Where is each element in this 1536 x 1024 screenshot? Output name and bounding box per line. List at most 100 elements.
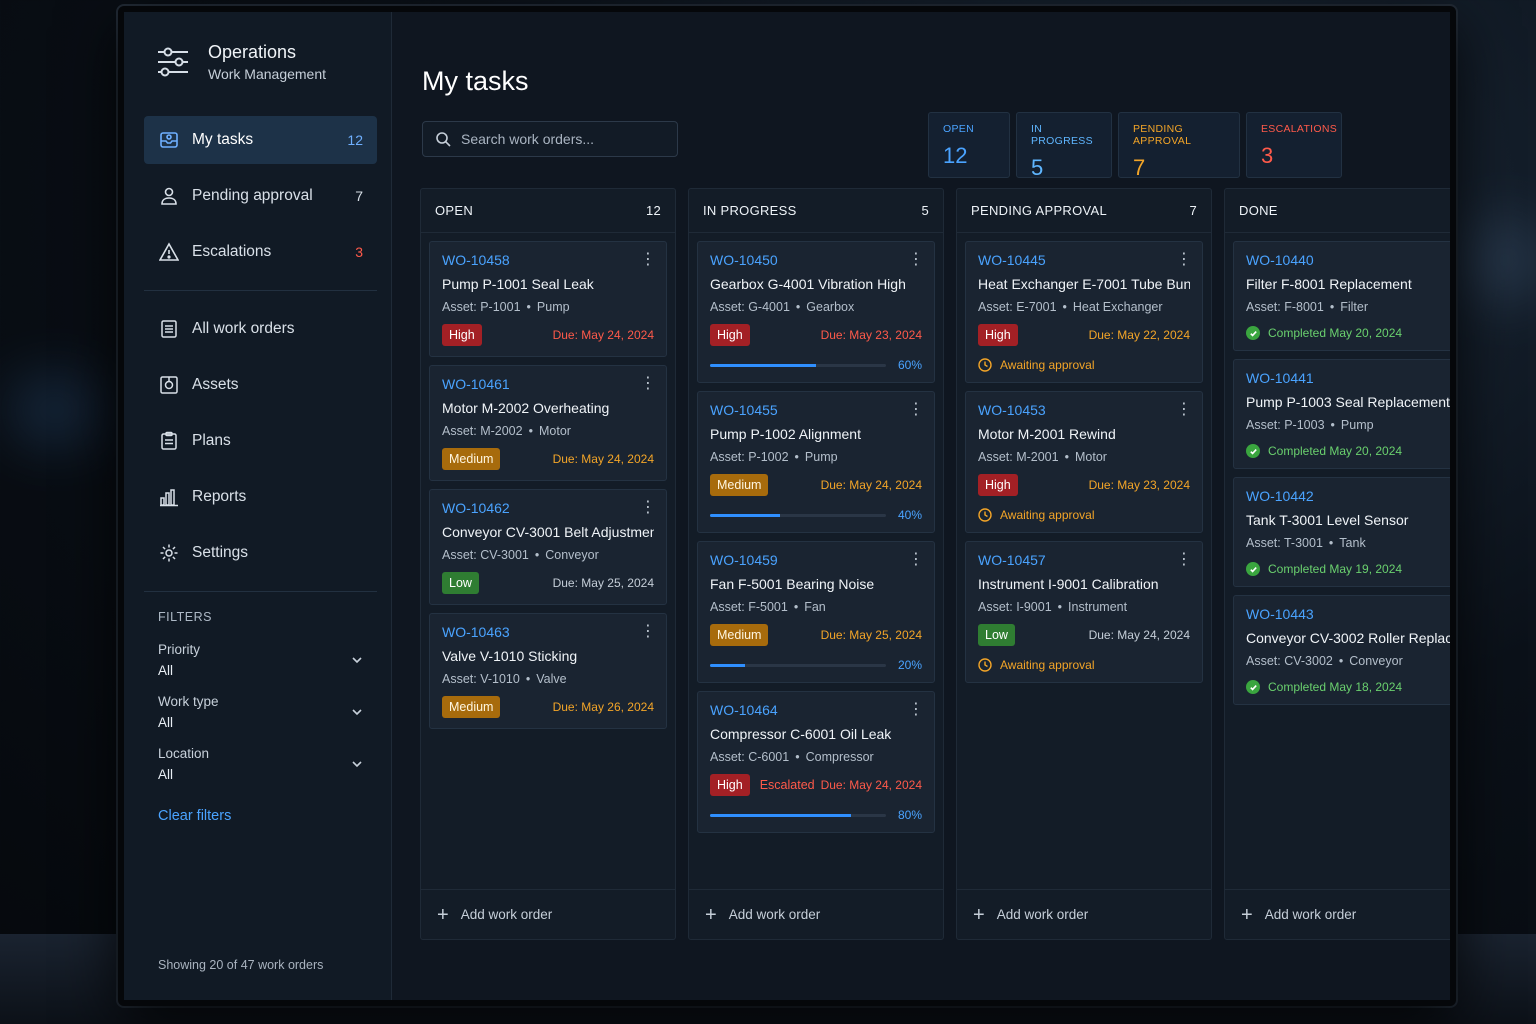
column-header: DONE 23 xyxy=(1225,189,1450,233)
stat-escalations[interactable]: ESCALATIONS 3 xyxy=(1246,112,1342,178)
more-vertical-icon[interactable]: ⋮ xyxy=(908,702,924,718)
work-order-id[interactable]: WO-10453 xyxy=(978,402,1190,418)
work-order-id[interactable]: WO-10457 xyxy=(978,552,1190,568)
more-vertical-icon[interactable]: ⋮ xyxy=(1444,606,1450,622)
due-date: Due: May 24, 2024 xyxy=(552,452,654,466)
work-order-id[interactable]: WO-10463 xyxy=(442,624,654,640)
priority-badge: High xyxy=(978,474,1018,496)
more-vertical-icon[interactable]: ⋮ xyxy=(1176,552,1192,568)
progress-fill xyxy=(710,363,816,367)
work-order-asset: Asset: P-1001 • Pump xyxy=(442,300,570,314)
priority-badge: Medium xyxy=(442,448,501,470)
completed-status: Completed May 18, 2024 xyxy=(1246,680,1450,694)
work-order-card[interactable]: WO-10441 ⋮ Pump P-1003 Seal Replacement … xyxy=(1233,359,1450,469)
background-light xyxy=(1470,220,1536,300)
work-order-id[interactable]: WO-10443 xyxy=(1246,606,1450,622)
sidebar-item-pending-approval[interactable]: Pending approval 7 xyxy=(144,172,377,220)
work-order-id[interactable]: WO-10441 xyxy=(1246,370,1450,386)
add-work-order-button[interactable]: + Add work order xyxy=(957,889,1211,939)
work-order-card[interactable]: WO-10450 ⋮ Gearbox G-4001 Vibration High… xyxy=(697,241,935,383)
more-vertical-icon[interactable]: ⋮ xyxy=(1444,252,1450,268)
more-vertical-icon[interactable]: ⋮ xyxy=(1444,488,1450,504)
clear-filters-link[interactable]: Clear filters xyxy=(144,808,231,824)
priority-badge: Medium xyxy=(710,474,769,496)
work-order-id[interactable]: WO-10455 xyxy=(710,402,922,418)
work-order-card[interactable]: WO-10440 ⋮ Filter F-8001 Replacement Ass… xyxy=(1233,241,1450,351)
clipboard-icon xyxy=(158,430,180,452)
work-order-card[interactable]: WO-10458 ⋮ Pump P-1001 Seal Leak Asset: … xyxy=(429,241,667,357)
stat-open[interactable]: OPEN 12 xyxy=(928,112,1010,178)
add-work-order-button[interactable]: + Add work order xyxy=(1225,889,1450,939)
work-order-id[interactable]: WO-10442 xyxy=(1246,488,1450,504)
filter-label: Work type xyxy=(158,694,219,709)
more-vertical-icon[interactable]: ⋮ xyxy=(640,500,656,516)
sidebar-item-reports[interactable]: Reports xyxy=(144,473,377,521)
stat-in-progress[interactable]: IN PROGRESS 5 xyxy=(1016,112,1112,180)
add-work-order-label: Add work order xyxy=(1264,907,1357,922)
check-circle-icon xyxy=(1246,680,1260,694)
more-vertical-icon[interactable]: ⋮ xyxy=(640,624,656,640)
brand-title: Operations xyxy=(208,42,297,62)
filter-work-type[interactable]: Work type All xyxy=(144,694,377,730)
work-order-card[interactable]: WO-10453 ⋮ Motor M-2001 Rewind Asset: M-… xyxy=(965,391,1203,533)
search-box[interactable] xyxy=(422,121,678,157)
work-order-id[interactable]: WO-10464 xyxy=(710,702,922,718)
work-order-id[interactable]: WO-10461 xyxy=(442,376,654,392)
work-order-card[interactable]: WO-10455 ⋮ Pump P-1002 Alignment Asset: … xyxy=(697,391,935,533)
work-order-card[interactable]: WO-10443 ⋮ Conveyor CV-3002 Roller Repla… xyxy=(1233,595,1450,705)
more-vertical-icon[interactable]: ⋮ xyxy=(908,552,924,568)
stat-pending-approval[interactable]: PENDING APPROVAL 7 xyxy=(1118,112,1240,180)
clock-icon xyxy=(978,358,992,372)
work-order-id[interactable]: WO-10458 xyxy=(442,252,654,268)
progress-bar xyxy=(710,363,886,367)
more-vertical-icon[interactable]: ⋮ xyxy=(1176,402,1192,418)
clock-icon xyxy=(978,508,992,522)
work-order-card[interactable]: WO-10463 ⋮ Valve V-1010 Sticking Asset: … xyxy=(429,613,667,729)
work-order-title: Gearbox G-4001 Vibration High xyxy=(710,276,906,292)
work-order-id[interactable]: WO-10440 xyxy=(1246,252,1450,268)
work-order-id[interactable]: WO-10462 xyxy=(442,500,654,516)
sidebar-item-all-work-orders[interactable]: All work orders xyxy=(144,305,377,353)
work-order-asset: Asset: CV-3002 • Conveyor xyxy=(1246,654,1403,668)
filter-value: All xyxy=(158,663,174,678)
sidebar-item-assets[interactable]: Assets xyxy=(144,361,377,409)
sidebar-item-escalations[interactable]: Escalations 3 xyxy=(144,228,377,276)
main-content: My tasks OPEN 12 IN PROGRESS 5 PENDING A… xyxy=(392,12,1450,1000)
progress: 20% xyxy=(710,658,922,672)
search-input[interactable] xyxy=(461,131,661,147)
work-order-card[interactable]: WO-10445 ⋮ Heat Exchanger E-7001 Tube Bu… xyxy=(965,241,1203,383)
work-order-title: Filter F-8001 Replacement xyxy=(1246,276,1412,292)
sidebar-item-my-tasks[interactable]: My tasks 12 xyxy=(144,116,377,164)
more-vertical-icon[interactable]: ⋮ xyxy=(640,252,656,268)
more-vertical-icon[interactable]: ⋮ xyxy=(1176,252,1192,268)
completed-label: Completed May 18, 2024 xyxy=(1268,680,1403,694)
work-order-id[interactable]: WO-10450 xyxy=(710,252,922,268)
more-vertical-icon[interactable]: ⋮ xyxy=(640,376,656,392)
due-date: Due: May 25, 2024 xyxy=(820,628,922,642)
filter-priority[interactable]: Priority All xyxy=(144,642,377,678)
progress: 40% xyxy=(710,508,922,522)
due-date: Due: May 25, 2024 xyxy=(552,576,654,590)
priority-badge: High xyxy=(710,774,750,796)
more-vertical-icon[interactable]: ⋮ xyxy=(908,252,924,268)
filter-location[interactable]: Location All xyxy=(144,746,377,782)
work-order-card[interactable]: WO-10459 ⋮ Fan F-5001 Bearing Noise Asse… xyxy=(697,541,935,683)
progress-percent: 20% xyxy=(897,658,922,672)
work-order-card[interactable]: WO-10464 ⋮ Compressor C-6001 Oil Leak As… xyxy=(697,691,935,833)
add-work-order-button[interactable]: + Add work order xyxy=(421,889,675,939)
work-order-card[interactable]: WO-10442 ⋮ Tank T-3001 Level Sensor Asse… xyxy=(1233,477,1450,587)
more-vertical-icon[interactable]: ⋮ xyxy=(908,402,924,418)
warning-icon xyxy=(158,241,180,263)
work-order-id[interactable]: WO-10459 xyxy=(710,552,922,568)
sidebar-item-plans[interactable]: Plans xyxy=(144,417,377,465)
work-order-card[interactable]: WO-10461 ⋮ Motor M-2002 Overheating Asse… xyxy=(429,365,667,481)
work-order-card[interactable]: WO-10462 ⋮ Conveyor CV-3001 Belt Adjustm… xyxy=(429,489,667,605)
add-work-order-button[interactable]: + Add work order xyxy=(689,889,943,939)
sidebar-item-settings[interactable]: Settings xyxy=(144,529,377,577)
more-vertical-icon[interactable]: ⋮ xyxy=(1444,370,1450,386)
search-icon xyxy=(436,132,451,147)
work-order-id[interactable]: WO-10445 xyxy=(978,252,1190,268)
sidebar-item-label: Reports xyxy=(192,488,247,505)
work-order-card[interactable]: WO-10457 ⋮ Instrument I-9001 Calibration… xyxy=(965,541,1203,683)
divider xyxy=(144,290,377,291)
